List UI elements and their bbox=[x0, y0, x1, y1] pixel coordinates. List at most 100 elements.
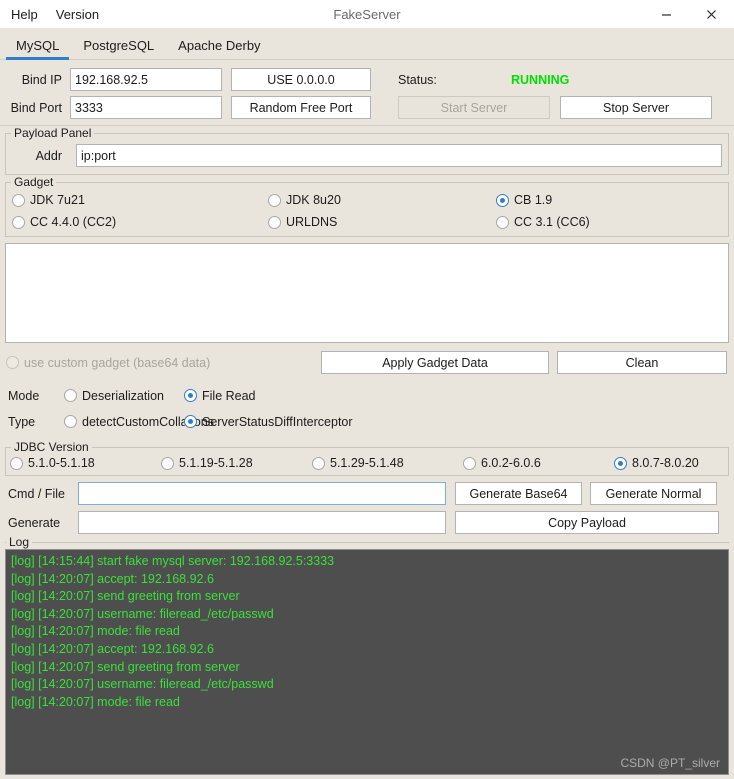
use-any-address-button[interactable]: USE 0.0.0.0 bbox=[231, 68, 371, 91]
tab-mysql[interactable]: MySQL bbox=[4, 39, 71, 60]
radio-icon bbox=[12, 215, 25, 229]
title-bar: Help Version FakeServer bbox=[0, 0, 734, 28]
radio-icon bbox=[64, 415, 77, 428]
type-option-detect-custom-collations[interactable]: detectCustomCollations bbox=[64, 415, 214, 429]
type-row: Type detectCustomCollations ServerStatus… bbox=[8, 410, 726, 433]
close-icon[interactable] bbox=[689, 0, 734, 28]
log-title: Log bbox=[6, 535, 33, 549]
mode-option-deserialization[interactable]: Deserialization bbox=[64, 389, 184, 403]
mode-row: Mode Deserialization File Read bbox=[8, 384, 726, 407]
gadget-option-label: JDK 8u20 bbox=[286, 193, 341, 207]
payload-panel-title: Payload Panel bbox=[11, 126, 95, 140]
log-line: [log] [14:20:07] accept: 192.168.92.6 bbox=[11, 571, 214, 586]
generate-label: Generate bbox=[8, 515, 61, 530]
jdbc-option-8-0-7[interactable]: 8.0.7-8.0.20 bbox=[614, 456, 724, 470]
radio-icon bbox=[268, 193, 281, 207]
status-row: Status: RUNNING bbox=[398, 73, 569, 87]
radio-icon bbox=[268, 215, 281, 229]
gadget-option-jdk-7u21[interactable]: JDK 7u21 bbox=[12, 193, 268, 207]
mode-option-label: Deserialization bbox=[82, 388, 164, 403]
tab-apache-derby[interactable]: Apache Derby bbox=[166, 39, 272, 59]
command-section: Cmd / File Generate Base64 Generate Norm… bbox=[0, 476, 734, 540]
gadget-title: Gadget bbox=[11, 175, 57, 189]
radio-selected-icon bbox=[614, 456, 627, 470]
gadget-option-jdk-8u20[interactable]: JDK 8u20 bbox=[268, 193, 496, 207]
addr-input[interactable] bbox=[76, 144, 722, 167]
jdbc-option-5-1-19[interactable]: 5.1.19-5.1.28 bbox=[161, 456, 312, 470]
status-badge: RUNNING bbox=[511, 72, 570, 87]
window-title: FakeServer bbox=[333, 6, 401, 22]
radio-disabled-icon bbox=[6, 356, 19, 369]
payload-panel-group: Payload Panel Addr bbox=[5, 126, 729, 175]
cmd-file-row: Cmd / File Generate Base64 Generate Norm… bbox=[8, 482, 726, 505]
log-line: [log] [14:20:07] send greeting from serv… bbox=[11, 659, 240, 674]
menu-item-help[interactable]: Help bbox=[11, 8, 38, 21]
use-custom-gadget-label: use custom gadget (base64 data) bbox=[24, 355, 211, 370]
use-custom-gadget-checkbox[interactable]: use custom gadget (base64 data) bbox=[6, 356, 210, 370]
log-line: [log] [14:15:44] start fake mysql server… bbox=[11, 554, 335, 568]
window-controls bbox=[644, 0, 734, 28]
mode-option-file-read[interactable]: File Read bbox=[184, 389, 256, 403]
bind-ip-label: Bind IP bbox=[21, 72, 62, 87]
jdbc-version-options: 5.1.0-5.1.18 5.1.19-5.1.28 5.1.29-5.1.48… bbox=[10, 456, 724, 470]
gadget-group: Gadget JDK 7u21 JDK 8u20 CB 1.9 CC 4.4.0… bbox=[5, 175, 729, 237]
generate-output-input[interactable] bbox=[78, 511, 446, 534]
radio-selected-icon bbox=[184, 389, 197, 402]
menu-item-version[interactable]: Version bbox=[56, 8, 99, 21]
jdbc-option-label: 6.0.2-6.0.6 bbox=[481, 456, 541, 470]
addr-label: Addr bbox=[35, 148, 62, 163]
jdbc-option-5-1-29[interactable]: 5.1.29-5.1.48 bbox=[312, 456, 463, 470]
tab-bar: MySQL PostgreSQL Apache Derby bbox=[0, 28, 734, 60]
radio-selected-icon bbox=[496, 193, 509, 207]
jdbc-option-label: 5.1.0-5.1.18 bbox=[28, 456, 95, 470]
radio-icon bbox=[10, 456, 23, 470]
log-line: [log] [14:20:07] send greeting from serv… bbox=[11, 589, 240, 604]
radio-selected-icon bbox=[184, 415, 197, 428]
gadget-option-cb-19[interactable]: CB 1.9 bbox=[496, 193, 722, 207]
mode-option-label: File Read bbox=[202, 388, 256, 403]
custom-gadget-row: use custom gadget (base64 data) Apply Ga… bbox=[0, 343, 734, 381]
stop-server-button[interactable]: Stop Server bbox=[560, 96, 712, 119]
bind-port-input[interactable] bbox=[70, 96, 222, 119]
minimize-icon[interactable] bbox=[644, 0, 689, 28]
gadget-option-cc-440[interactable]: CC 4.4.0 (CC2) bbox=[12, 215, 268, 229]
radio-icon bbox=[496, 215, 509, 229]
gadget-option-urldns[interactable]: URLDNS bbox=[268, 215, 496, 229]
type-option-server-status-diff-interceptor[interactable]: ServerStatusDiffInterceptor bbox=[184, 415, 353, 429]
gadget-option-label: URLDNS bbox=[286, 215, 338, 229]
radio-icon bbox=[312, 456, 325, 470]
jdbc-option-label: 5.1.19-5.1.28 bbox=[179, 456, 253, 470]
gadget-option-label: JDK 7u21 bbox=[30, 193, 85, 207]
radio-icon bbox=[64, 389, 77, 402]
clean-button[interactable]: Clean bbox=[557, 351, 727, 374]
bind-ip-input[interactable] bbox=[70, 68, 222, 91]
log-line: [log] [14:20:07] username: fileread_/etc… bbox=[11, 677, 274, 692]
jdbc-option-5-1-0[interactable]: 5.1.0-5.1.18 bbox=[10, 456, 161, 470]
apply-gadget-data-button[interactable]: Apply Gadget Data bbox=[321, 351, 549, 374]
log-line: [log] [14:20:07] accept: 192.168.92.6 bbox=[11, 641, 214, 656]
log-line: [log] [14:20:07] mode: file read bbox=[11, 694, 180, 709]
gadget-option-cc-31[interactable]: CC 3.1 (CC6) bbox=[496, 215, 722, 229]
gadget-option-label: CC 4.4.0 (CC2) bbox=[30, 215, 117, 229]
log-line: [log] [14:20:07] mode: file read bbox=[11, 624, 180, 639]
gadget-option-label: CC 3.1 (CC6) bbox=[514, 215, 590, 229]
addr-row: Addr bbox=[12, 144, 722, 167]
tab-postgresql[interactable]: PostgreSQL bbox=[71, 39, 166, 59]
generate-base64-button[interactable]: Generate Base64 bbox=[455, 482, 582, 505]
generate-normal-button[interactable]: Generate Normal bbox=[590, 482, 717, 505]
type-option-label: ServerStatusDiffInterceptor bbox=[202, 414, 353, 429]
custom-gadget-data-area[interactable] bbox=[5, 243, 729, 343]
bind-port-row: Bind Port Random Free Port Start Server … bbox=[8, 96, 726, 119]
radio-icon bbox=[161, 456, 174, 470]
jdbc-option-label: 5.1.29-5.1.48 bbox=[330, 456, 404, 470]
cmd-file-input[interactable] bbox=[78, 482, 446, 505]
bind-port-label: Bind Port bbox=[10, 100, 62, 115]
log-output[interactable]: [log] [14:15:44] start fake mysql server… bbox=[5, 549, 729, 775]
start-server-button[interactable]: Start Server bbox=[398, 96, 550, 119]
menu-bar: Help Version bbox=[0, 0, 99, 28]
jdbc-option-6-0-2[interactable]: 6.0.2-6.0.6 bbox=[463, 456, 614, 470]
status-label: Status: bbox=[398, 72, 437, 87]
watermark: CSDN @PT_silver bbox=[620, 756, 720, 770]
copy-payload-button[interactable]: Copy Payload bbox=[455, 511, 719, 534]
random-free-port-button[interactable]: Random Free Port bbox=[231, 96, 371, 119]
